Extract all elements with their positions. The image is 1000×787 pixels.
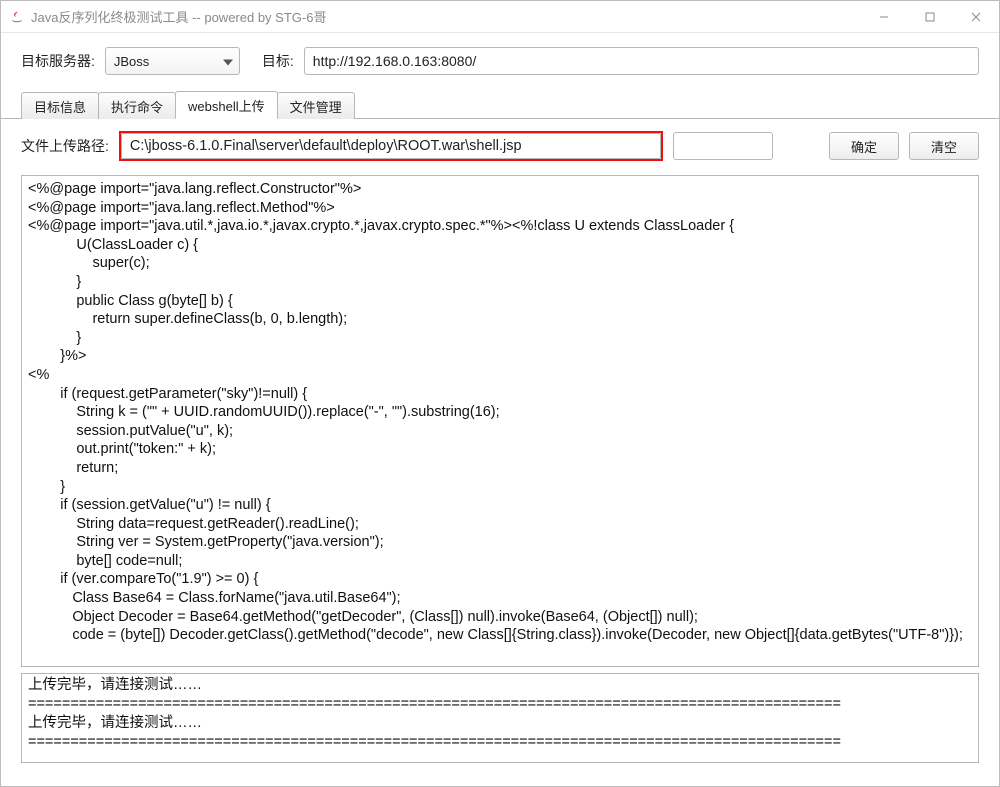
target-row: 目标服务器: JBoss 目标:	[1, 33, 999, 85]
tab-label: 执行命令	[111, 100, 163, 115]
tab-row: 目标信息 执行命令 webshell上传 文件管理	[1, 89, 999, 119]
upload-path-input[interactable]	[121, 133, 661, 159]
window-title: Java反序列化终极测试工具 -- powered by STG-6哥	[31, 7, 326, 26]
clear-button[interactable]: 清空	[909, 132, 979, 160]
target-server-label: 目标服务器:	[21, 51, 95, 71]
tab-label: webshell上传	[188, 99, 265, 114]
chevron-down-icon	[223, 54, 233, 69]
server-select[interactable]: JBoss	[105, 47, 240, 75]
java-icon	[9, 9, 25, 25]
tab-target-info[interactable]: 目标信息	[21, 92, 99, 119]
titlebar: Java反序列化终极测试工具 -- powered by STG-6哥	[1, 1, 999, 33]
tab-label: 文件管理	[290, 100, 342, 115]
status-textarea[interactable]	[22, 674, 978, 762]
tab-file-manage[interactable]: 文件管理	[277, 92, 355, 119]
confirm-button[interactable]: 确定	[829, 132, 899, 160]
status-wrapper	[21, 673, 979, 763]
tab-webshell-upload[interactable]: webshell上传	[175, 91, 278, 119]
upload-path-highlight	[119, 131, 663, 161]
upload-extra-input[interactable]	[673, 132, 773, 160]
minimize-button[interactable]	[861, 1, 907, 32]
code-textarea[interactable]	[22, 176, 978, 666]
upload-path-row: 文件上传路径: 确定 清空	[1, 119, 999, 171]
code-wrapper	[21, 175, 979, 667]
upload-path-label: 文件上传路径:	[21, 136, 109, 156]
target-label: 目标:	[262, 51, 294, 71]
tab-label: 目标信息	[34, 100, 86, 115]
tab-exec-command[interactable]: 执行命令	[98, 92, 176, 119]
server-select-value: JBoss	[114, 54, 149, 69]
close-button[interactable]	[953, 1, 999, 32]
maximize-button[interactable]	[907, 1, 953, 32]
target-url-input[interactable]	[304, 47, 979, 75]
